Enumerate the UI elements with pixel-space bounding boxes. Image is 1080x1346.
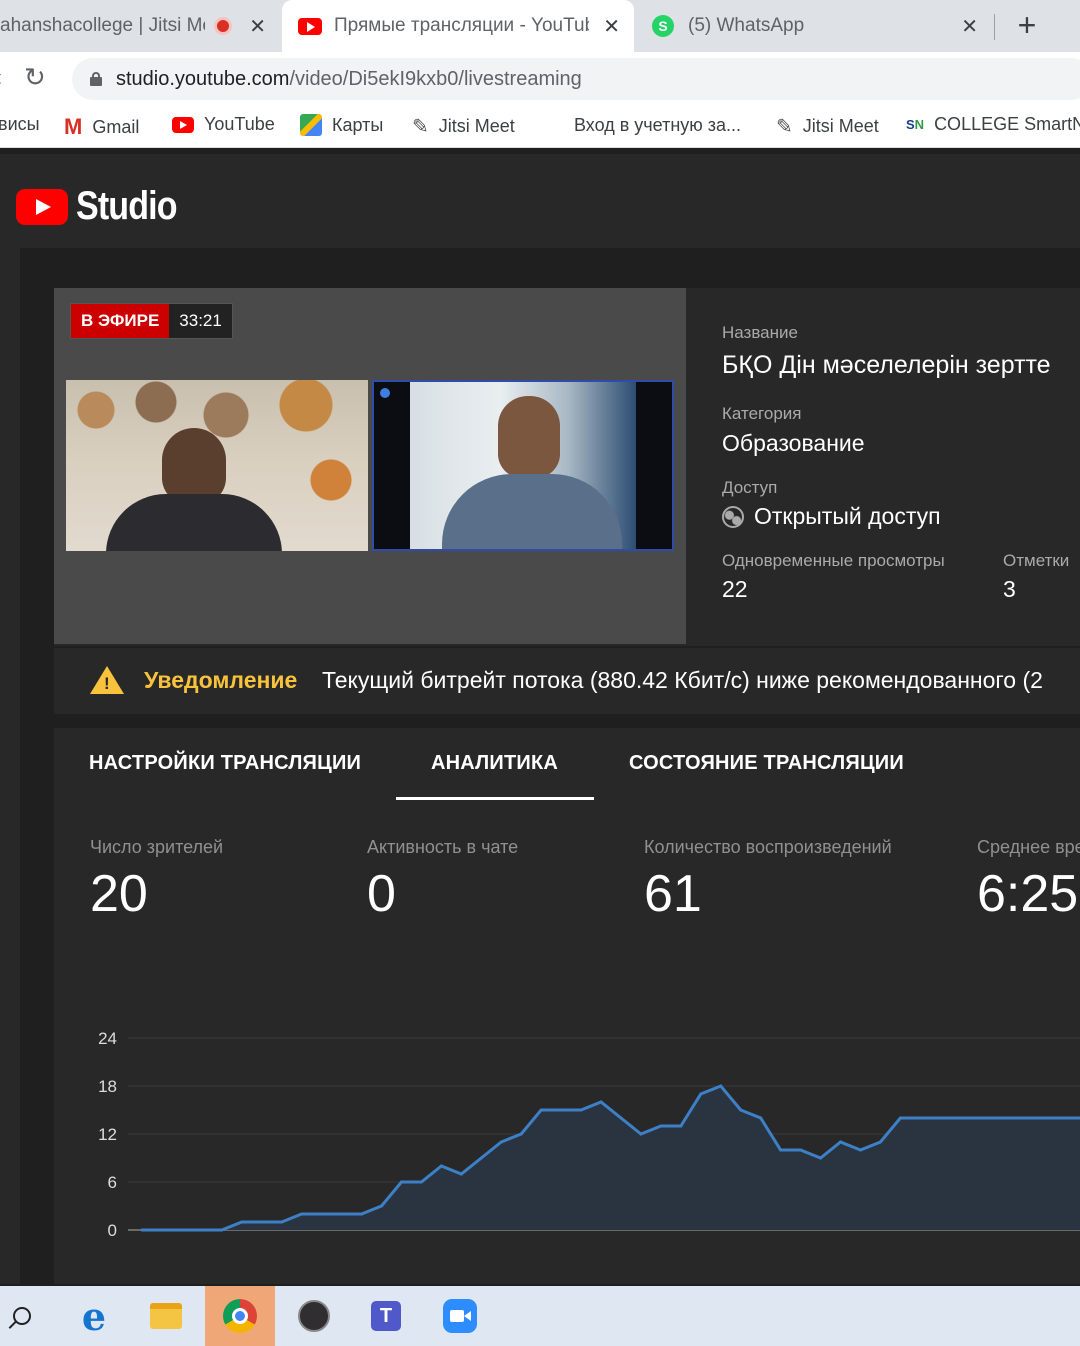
- metric-viewers-label: Число зрителей: [90, 837, 224, 857]
- tab-analytics[interactable]: АНАЛИТИКА: [431, 752, 558, 775]
- browser-toolbar: ‹ ↻ studio.youtube.com/video/Di5ekI9kxb0…: [0, 52, 1080, 104]
- metric-viewers-value: 20: [90, 865, 148, 923]
- maps-icon: [300, 114, 322, 136]
- access-value: Открытый доступ: [754, 503, 941, 529]
- youtube-icon: [298, 17, 322, 35]
- live-badge: В ЭФИРЕ 33:21: [70, 303, 233, 339]
- url-host: studio.youtube.com: [116, 67, 290, 90]
- notice-text: Текущий битрейт потока (880.42 Кбит/с) н…: [322, 667, 1043, 693]
- close-tab-icon[interactable]: ✕: [603, 14, 620, 39]
- access-row: Открытый доступ: [722, 503, 941, 530]
- bookmark-jitsi-2[interactable]: ✎ Jitsi Meet: [776, 114, 879, 139]
- person-right: [498, 396, 560, 478]
- microsoft-icon: [542, 114, 564, 136]
- whatsapp-icon: S: [652, 15, 674, 37]
- bookmark-label: YouTube: [204, 114, 275, 134]
- bookmark-label: Gmail: [92, 116, 140, 137]
- bookmark-label: Карты: [332, 114, 384, 135]
- left-navigation-rail: [0, 248, 20, 1284]
- bookmark-gmail[interactable]: M Gmail: [64, 114, 139, 140]
- address-bar[interactable]: studio.youtube.com/video/Di5ekI9kxb0/liv…: [72, 58, 1080, 100]
- recording-icon: [214, 17, 232, 35]
- reload-icon[interactable]: ↻: [24, 62, 46, 93]
- bookmark-jitsi-1[interactable]: ✎ Jitsi Meet: [412, 114, 515, 139]
- metric-avg-watch-value: 6:25: [977, 865, 1079, 923]
- studio-logo-text: Studio: [76, 184, 178, 228]
- warning-icon: !: [90, 666, 124, 694]
- notice-label: Уведомление: [144, 667, 298, 693]
- video-feed-right: [372, 380, 674, 551]
- studio-header: Studio: [0, 154, 1080, 248]
- active-tab-indicator: [396, 797, 594, 800]
- bookmark-label: Jitsi Meet: [438, 116, 515, 136]
- tab-stream-health[interactable]: СОСТОЯНИЕ ТРАНСЛЯЦИИ: [629, 752, 904, 775]
- bookmark-label: Jitsi Meet: [802, 116, 879, 136]
- edge-icon[interactable]: e: [72, 1294, 116, 1339]
- metric-chat-value: 0: [367, 865, 396, 923]
- bookmark-label: висы: [0, 114, 40, 134]
- likes-value: 3: [1003, 576, 1016, 602]
- bookmark-services[interactable]: висы: [0, 114, 40, 135]
- analytics-card: [54, 728, 1080, 1284]
- bookmark-college[interactable]: SN COLLEGE SmartN: [906, 114, 1080, 135]
- title-label: Название: [722, 323, 798, 342]
- stream-title: БҚО Дін мәселелерін зертте: [722, 351, 1051, 379]
- pin-icon: [380, 388, 390, 398]
- likes-label: Отметки: [1003, 551, 1070, 570]
- url-path: /video/Di5ekI9kxb0/livestreaming: [289, 67, 582, 90]
- lock-icon: [90, 72, 102, 86]
- stream-preview[interactable]: В ЭФИРЕ 33:21: [54, 288, 686, 644]
- metric-avg-watch-label: Среднее вре: [977, 837, 1080, 857]
- bookmark-maps[interactable]: Карты: [300, 114, 383, 136]
- bookmark-label: COLLEGE SmartN: [934, 114, 1080, 134]
- person-left: [162, 428, 226, 504]
- new-tab-icon[interactable]: +: [1010, 8, 1044, 42]
- youtube-studio-logo[interactable]: Studio: [16, 184, 194, 229]
- file-explorer-icon[interactable]: [144, 1294, 188, 1338]
- gmail-icon: M: [64, 114, 83, 139]
- browser-tab-bar: ahanshacollege | Jitsi Mee ✕ Прямые тран…: [0, 0, 1080, 52]
- tab-title: (5) WhatsApp: [688, 15, 805, 36]
- teams-icon[interactable]: T: [364, 1294, 408, 1338]
- youtube-icon: [172, 116, 194, 133]
- tab-stream-settings[interactable]: НАСТРОЙКИ ТРАНСЛЯЦИИ: [89, 752, 361, 775]
- bitrate-notice: ! Уведомление Текущий битрейт потока (88…: [54, 648, 1080, 714]
- access-label: Доступ: [722, 478, 778, 497]
- metric-chat-label: Активность в чате: [367, 837, 519, 857]
- metric-plays-label: Количество воспроизведений: [644, 837, 892, 857]
- close-tab-icon[interactable]: ✕: [961, 14, 978, 39]
- search-icon[interactable]: [0, 1294, 44, 1338]
- zoom-icon[interactable]: [438, 1294, 482, 1338]
- tab-title: ahanshacollege | Jitsi Mee: [0, 15, 205, 36]
- smartnation-icon: SN: [906, 117, 925, 132]
- jitsi-icon: ✎: [776, 116, 793, 138]
- category-value: Образование: [722, 430, 865, 456]
- video-feed-left: [66, 380, 368, 551]
- back-icon[interactable]: ‹: [0, 64, 2, 92]
- tab-title: Прямые трансляции - YouTube: [334, 15, 589, 36]
- tab-youtube-live[interactable]: Прямые трансляции - YouTube ✕: [282, 0, 634, 52]
- globe-icon: [722, 505, 744, 528]
- bookmark-microsoft[interactable]: Вход в учетную за...: [542, 114, 741, 136]
- concurrent-viewers-value: 22: [722, 576, 748, 602]
- close-tab-icon[interactable]: ✕: [249, 14, 266, 39]
- chrome-icon[interactable]: [218, 1294, 262, 1338]
- windows-taskbar: e T: [0, 1286, 1080, 1346]
- tab-whatsapp[interactable]: S (5) WhatsApp ✕: [636, 0, 992, 52]
- bookmark-youtube[interactable]: YouTube: [172, 114, 275, 135]
- live-duration: 33:21: [169, 304, 232, 338]
- tab-jitsi[interactable]: ahanshacollege | Jitsi Mee ✕: [0, 0, 280, 52]
- jitsi-icon: ✎: [412, 116, 429, 138]
- obs-icon[interactable]: [292, 1294, 336, 1338]
- live-label: В ЭФИРЕ: [71, 304, 170, 338]
- metric-plays-value: 61: [644, 865, 702, 923]
- category-label: Категория: [722, 404, 802, 423]
- tab-separator: [994, 14, 995, 40]
- bookmarks-bar: висы M Gmail YouTube Карты ✎ Jitsi Meet …: [0, 104, 1080, 148]
- youtube-logo-icon: [16, 188, 68, 225]
- bookmark-label: Вход в учетную за...: [574, 114, 742, 135]
- concurrent-viewers-label: Одновременные просмотры: [722, 551, 945, 570]
